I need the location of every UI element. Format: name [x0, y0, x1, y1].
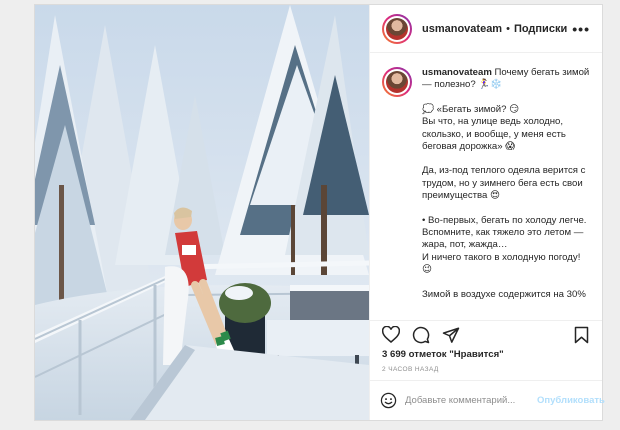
bookmark-icon[interactable] [570, 324, 592, 346]
caption-paragraph: Зимой в воздухе содержится на 30% [422, 288, 586, 300]
post-sidebar: usmanovateam • Подписки ••• usmanovateam… [369, 5, 605, 420]
post-photo[interactable] [35, 5, 369, 420]
separator-dot: • [506, 22, 510, 35]
action-bar [370, 320, 602, 348]
comment-input[interactable] [405, 395, 537, 406]
smiley-icon[interactable] [380, 391, 397, 411]
post-timestamp[interactable]: 2 ЧАСОВ НАЗАД [370, 362, 602, 380]
caption-username[interactable]: usmanovateam [422, 67, 492, 78]
paper-plane-icon[interactable] [440, 324, 462, 346]
add-comment-bar: Опубликовать [370, 380, 605, 420]
publish-button[interactable]: Опубликовать [537, 395, 605, 406]
comment-icon[interactable] [410, 324, 432, 346]
caption-paragraph: • Во-первых, бегать по холоду легче. Всп… [422, 214, 587, 276]
caption-text: usmanovateam Почему бегать зимой — полез… [422, 67, 590, 320]
following-button[interactable]: Подписки [514, 23, 567, 35]
author-avatar[interactable] [382, 13, 412, 44]
winter-photo-illustration [35, 5, 369, 420]
caption-area: usmanovateam Почему бегать зимой — полез… [370, 53, 602, 320]
author-username[interactable]: usmanovateam [422, 23, 502, 35]
caption-paragraph: 💭 «Бегать зимой? 😏 Вы что, на улице ведь… [422, 103, 566, 153]
heart-icon[interactable] [380, 324, 402, 346]
instagram-post: usmanovateam • Подписки ••• usmanovateam… [34, 4, 605, 421]
post-header: usmanovateam • Подписки ••• [370, 5, 602, 53]
caption-avatar[interactable] [382, 67, 412, 97]
likes-count[interactable]: 3 699 отметок "Нравится" [370, 348, 602, 362]
more-options-icon[interactable]: ••• [572, 21, 590, 37]
caption-paragraph: Да, из-под теплого одеяла верится с труд… [422, 165, 586, 202]
